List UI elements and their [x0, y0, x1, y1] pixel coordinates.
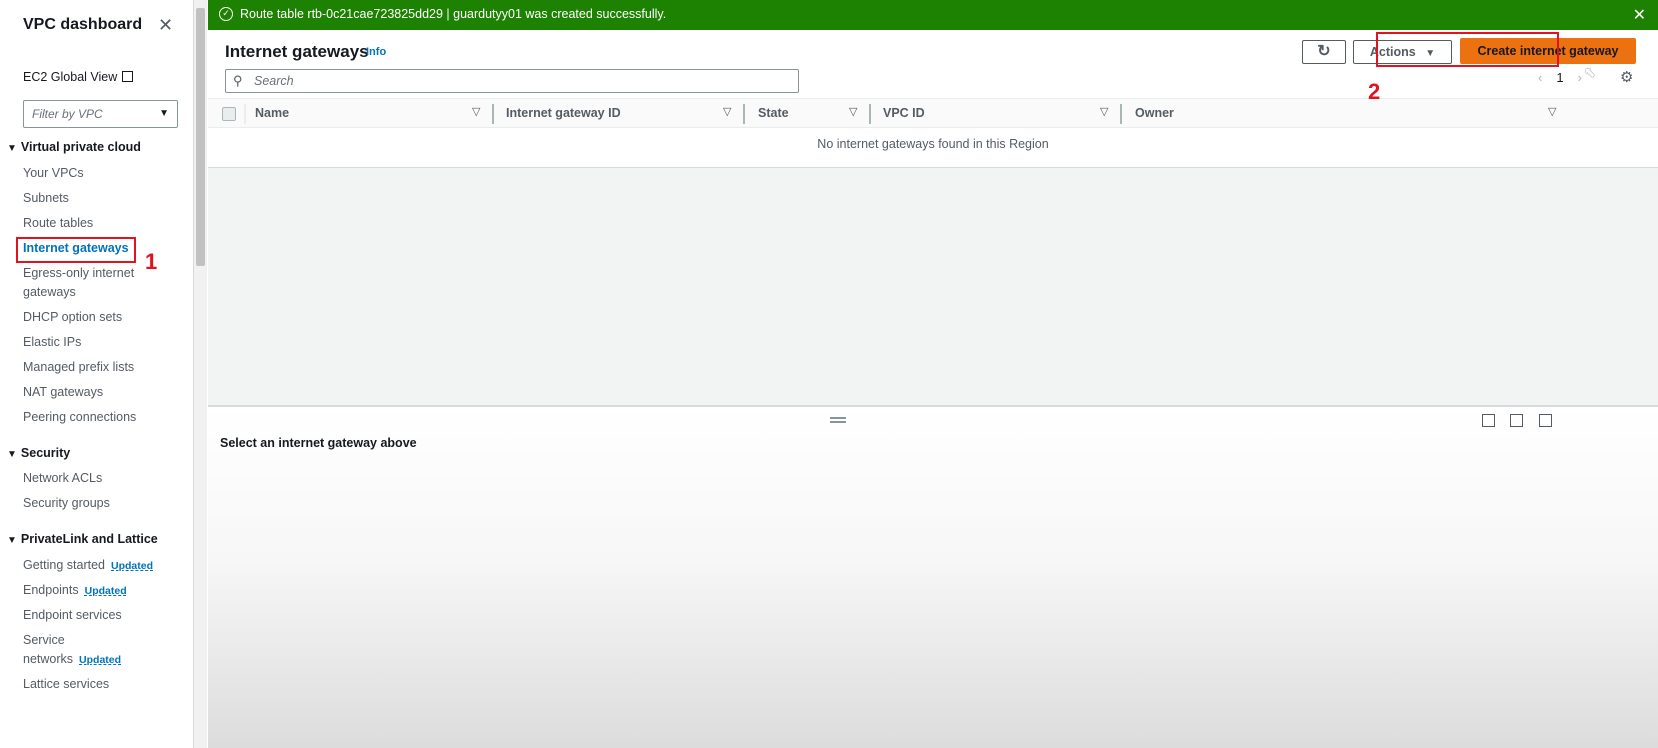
mouse-cursor-icon: ⬉	[1584, 64, 1596, 80]
page-number[interactable]: 1	[1556, 70, 1563, 85]
column-separator	[244, 104, 246, 124]
sidebar-item-your-vpcs[interactable]: Your VPCs	[23, 164, 84, 183]
sort-icon[interactable]: ▽	[1100, 105, 1108, 118]
column-header-state[interactable]: State	[758, 106, 789, 120]
section-label: PrivateLink and Lattice	[20, 532, 158, 546]
close-icon[interactable]: ✕	[158, 16, 173, 34]
updated-badge: Updated	[111, 560, 153, 572]
sort-icon[interactable]: ▽	[1548, 105, 1556, 118]
sidebar-item-managed-prefix-lists[interactable]: Managed prefix lists	[23, 358, 134, 377]
sidebar-scrollbar[interactable]	[194, 0, 207, 748]
highlight-box-create-button	[1376, 32, 1559, 67]
section-label: Security	[20, 446, 71, 460]
select-all-checkbox[interactable]	[222, 107, 236, 121]
caret-down-icon: ▼	[159, 108, 169, 119]
highlight-box-internet-gateways	[16, 237, 136, 263]
sidebar-item-label: Getting started	[23, 558, 105, 572]
sidebar-item-label: EC2 Global View	[23, 70, 118, 84]
section-security[interactable]: ▼ Security	[7, 446, 70, 460]
section-virtual-private-cloud[interactable]: ▼ Virtual private cloud	[7, 140, 141, 154]
sidebar-item-label: Service networks	[23, 633, 74, 666]
sidebar-item-ec2-global-view[interactable]: EC2 Global View	[23, 68, 134, 87]
sidebar-item-route-tables[interactable]: Route tables	[23, 214, 93, 233]
annotation-marker-1: 1	[145, 249, 158, 274]
filter-by-vpc-select[interactable]: Filter by VPC ▼	[23, 100, 178, 128]
page-title: Internet gateways	[225, 42, 369, 61]
info-link[interactable]: Info	[366, 46, 386, 58]
details-placeholder-message: Select an internet gateway above	[220, 436, 417, 450]
navigation-sidebar: VPC dashboard ✕ EC2 Global View Filter b…	[0, 0, 194, 748]
close-icon[interactable]: ✕	[1633, 5, 1646, 25]
sidebar-item-nat-gateways[interactable]: NAT gateways	[23, 383, 103, 402]
search-input[interactable]: ⚲ Search	[225, 69, 799, 93]
sidebar-item-label: Endpoints	[23, 583, 79, 597]
sidebar-item-endpoint-services[interactable]: Endpoint services	[23, 606, 122, 625]
sort-icon[interactable]: ▽	[723, 105, 731, 118]
column-header-owner[interactable]: Owner	[1135, 106, 1174, 120]
column-header-vpc-id[interactable]: VPC ID	[883, 106, 925, 120]
annotation-marker-2: 2	[1368, 79, 1381, 104]
sidebar-title[interactable]: VPC dashboard	[23, 16, 142, 34]
search-placeholder: Search	[254, 74, 294, 88]
column-header-name[interactable]: Name	[255, 106, 289, 120]
sidebar-item-getting-started[interactable]: Getting started Updated	[23, 556, 153, 576]
caret-down-icon: ▼	[7, 449, 17, 460]
table-header: Name ▽ Internet gateway ID ▽ State ▽ VPC…	[208, 98, 1658, 128]
sidebar-item-dhcp-option-sets[interactable]: DHCP option sets	[23, 308, 122, 327]
sidebar-item-service-networks[interactable]: Service networks Updated	[23, 631, 133, 670]
sidebar-item-network-acls[interactable]: Network ACLs	[23, 469, 102, 488]
refresh-icon: ↻	[1317, 43, 1331, 60]
check-circle-icon: ✓	[219, 7, 233, 21]
sort-icon[interactable]: ▽	[849, 105, 857, 118]
refresh-button[interactable]: ↻	[1302, 40, 1346, 64]
split-side-icon[interactable]	[1510, 414, 1523, 427]
caret-down-icon: ▼	[7, 143, 17, 154]
sidebar-item-lattice-services[interactable]: Lattice services	[23, 675, 109, 694]
caret-down-icon: ▼	[7, 535, 17, 546]
column-resizer[interactable]	[492, 104, 494, 124]
filter-placeholder: Filter by VPC	[32, 107, 103, 121]
details-panel: Select an internet gateway above	[208, 405, 1658, 748]
split-full-icon[interactable]	[1539, 414, 1552, 427]
column-header-internet-gateway-id[interactable]: Internet gateway ID	[506, 106, 621, 120]
sidebar-item-security-groups[interactable]: Security groups	[23, 494, 110, 513]
table-empty-area	[208, 167, 1658, 405]
updated-badge: Updated	[79, 654, 122, 666]
updated-badge: Updated	[84, 585, 127, 597]
search-icon: ⚲	[233, 73, 243, 88]
external-link-icon	[122, 71, 134, 82]
chevron-left-icon[interactable]: ‹	[1538, 70, 1542, 85]
column-resizer[interactable]	[743, 104, 745, 124]
column-resizer[interactable]	[869, 104, 871, 124]
main-content: ✓ Route table rtb-0c21cae723825dd29 | gu…	[208, 0, 1658, 748]
flash-message: Route table rtb-0c21cae723825dd29 | guar…	[240, 7, 667, 21]
sidebar-item-endpoints[interactable]: Endpoints Updated	[23, 581, 127, 601]
chevron-right-icon[interactable]: ›	[1578, 70, 1582, 85]
sidebar-item-peering-connections[interactable]: Peering connections	[23, 408, 136, 427]
sidebar-item-egress-only-internet-gateways[interactable]: Egress-only internet gateways	[23, 264, 153, 302]
empty-table-message: No internet gateways found in this Regio…	[817, 137, 1049, 151]
section-label: Virtual private cloud	[20, 140, 141, 154]
sidebar-item-elastic-ips[interactable]: Elastic IPs	[23, 333, 81, 352]
sidebar-item-subnets[interactable]: Subnets	[23, 189, 69, 208]
column-resizer[interactable]	[1120, 104, 1122, 124]
success-flash-banner: ✓ Route table rtb-0c21cae723825dd29 | gu…	[208, 0, 1658, 30]
split-bottom-icon[interactable]	[1482, 414, 1495, 427]
resize-handle-icon[interactable]	[830, 417, 846, 423]
scrollbar-thumb[interactable]	[196, 8, 205, 266]
gear-icon[interactable]: ⚙	[1620, 68, 1633, 86]
sort-icon[interactable]: ▽	[472, 105, 480, 118]
section-privatelink-and-lattice[interactable]: ▼ PrivateLink and Lattice	[7, 532, 158, 546]
